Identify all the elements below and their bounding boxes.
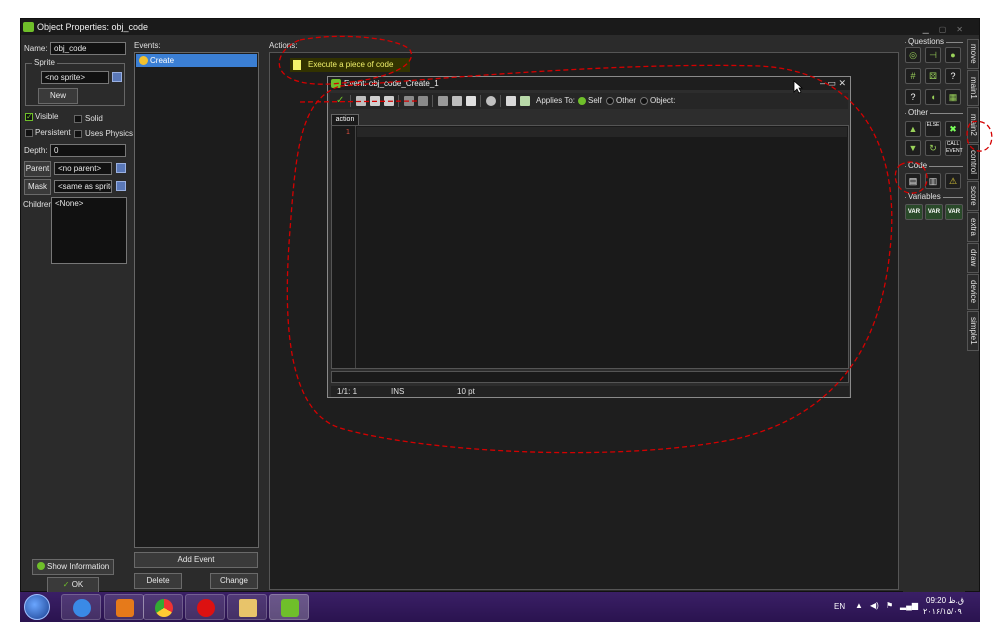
volume-icon[interactable]: ◀)	[870, 601, 879, 610]
taskbar-chrome[interactable]	[143, 594, 183, 620]
windows-taskbar: EN ▲ ◀) ⚑ ▂▄▆ 09:20 ق.ظ ۲۰۱۶/۱۵/۰۹	[20, 592, 980, 622]
chrome-icon	[155, 599, 173, 617]
gamemaker-logo-icon	[281, 599, 299, 617]
taskbar-file-explorer[interactable]	[227, 594, 267, 620]
mouse-pointer-icon	[793, 80, 803, 94]
taskbar-gamemaker[interactable]	[269, 594, 309, 620]
annotation-code-circle	[894, 161, 928, 194]
network-icon[interactable]: ▂▄▆	[900, 601, 918, 610]
annotation-editor-circle	[286, 64, 893, 454]
internet-explorer-icon	[73, 599, 91, 617]
media-player-icon	[116, 599, 134, 617]
red-annotations	[278, 35, 993, 454]
opera-icon	[197, 599, 215, 617]
flag-icon[interactable]: ⚑	[886, 601, 893, 610]
start-button-icon[interactable]	[24, 594, 50, 620]
annotation-control-tab-circle	[966, 120, 993, 152]
taskbar-media-player[interactable]	[104, 594, 144, 620]
clock-time[interactable]: 09:20 ق.ظ	[926, 596, 964, 605]
taskbar-internet-explorer[interactable]	[61, 594, 101, 620]
language-indicator[interactable]: EN	[834, 602, 845, 611]
clock-date[interactable]: ۲۰۱۶/۱۵/۰۹	[923, 607, 962, 616]
annotation-action-circle	[278, 35, 412, 85]
tray-expand-icon[interactable]: ▲	[855, 601, 863, 610]
folder-icon	[239, 599, 257, 617]
taskbar-opera[interactable]	[185, 594, 225, 620]
